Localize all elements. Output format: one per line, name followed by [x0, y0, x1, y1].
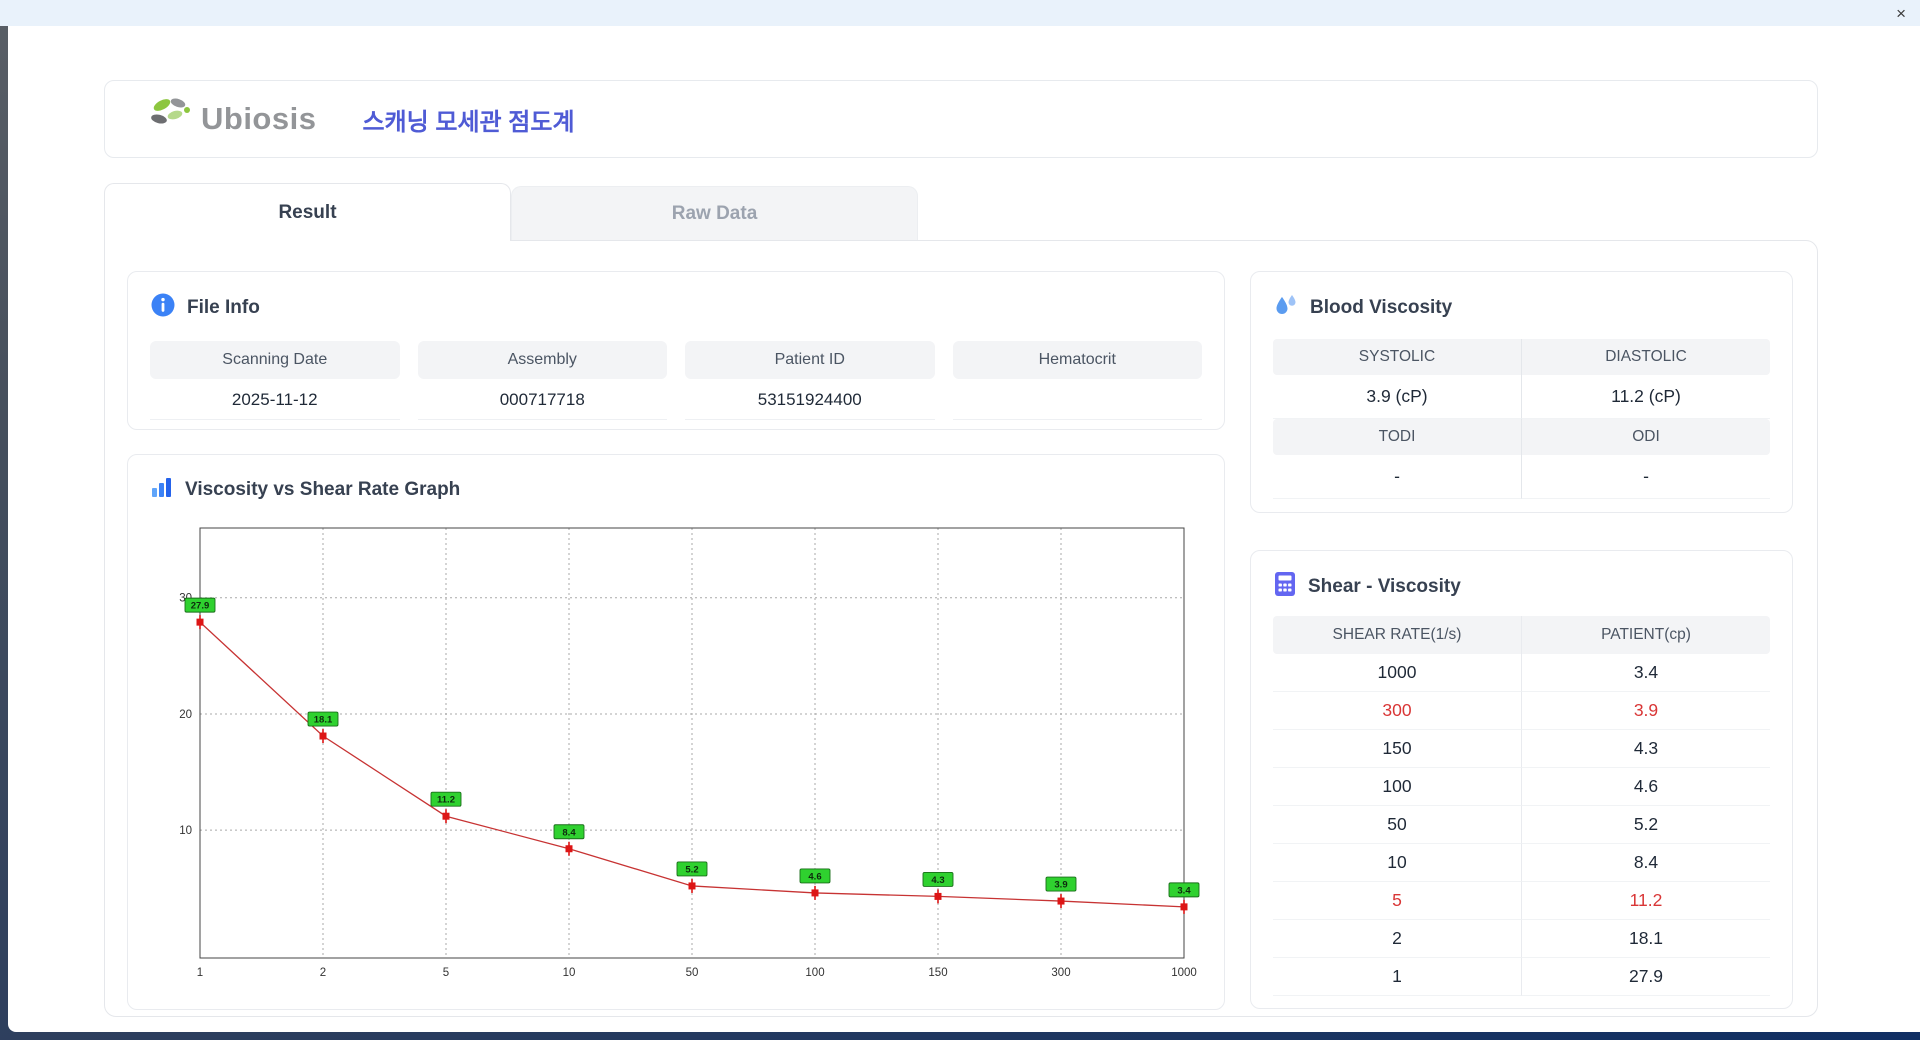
shear-rate-cell: 1000: [1273, 654, 1522, 692]
shear-rate-cell: 10: [1273, 844, 1522, 882]
file-info-title: File Info: [187, 296, 260, 318]
patient-cell: 18.1: [1522, 920, 1770, 958]
svg-text:11.2: 11.2: [437, 795, 455, 806]
svg-text:300: 300: [1051, 967, 1070, 979]
table-row: 2 18.1: [1273, 920, 1770, 958]
svg-text:3.9: 3.9: [1054, 880, 1067, 891]
patient-cell: 4.3: [1522, 730, 1770, 768]
field-value: 53151924400: [685, 379, 935, 420]
svg-text:1000: 1000: [1171, 967, 1197, 979]
odi-value: -: [1522, 455, 1770, 499]
brand-name: Ubiosis: [201, 101, 317, 136]
table-row: 1000 3.4: [1273, 654, 1770, 692]
window-titlebar: ×: [0, 0, 1920, 26]
field-value: [952, 379, 1202, 420]
file-info-panel: File Info Scanning Date 2025-11-12 Assem…: [127, 271, 1225, 430]
shear-rate-cell: 5: [1273, 882, 1522, 920]
svg-text:5.2: 5.2: [685, 864, 698, 875]
systolic-value: 3.9 (cP): [1273, 375, 1522, 419]
close-icon[interactable]: ×: [1896, 5, 1906, 22]
svg-text:27.9: 27.9: [191, 601, 210, 612]
shear-rate-cell: 1: [1273, 958, 1522, 996]
shear-rate-cell: 2: [1273, 920, 1522, 958]
blood-viscosity-title: Blood Viscosity: [1310, 296, 1453, 318]
graph-panel: Viscosity vs Shear Rate Graph 1020301251…: [127, 454, 1225, 1010]
field-patient-id: Patient ID 53151924400: [685, 341, 935, 420]
patient-cell: 3.9: [1522, 692, 1770, 730]
systolic-header: SYSTOLIC: [1273, 339, 1522, 375]
graph-title: Viscosity vs Shear Rate Graph: [185, 478, 461, 500]
shear-rate-cell: 50: [1273, 806, 1522, 844]
shear-rate-cell: 100: [1273, 768, 1522, 806]
diastolic-header: DIASTOLIC: [1605, 348, 1687, 365]
ubiosis-logo-icon: [149, 96, 195, 143]
field-hematocrit: Hematocrit: [952, 341, 1202, 420]
blood-viscosity-panel: Blood Viscosity SYSTOLIC DIASTOLIC 3.9 (…: [1250, 271, 1793, 513]
patient-column-header: PATIENT(cp): [1601, 626, 1691, 643]
svg-text:50: 50: [686, 967, 699, 979]
field-scanning-date: Scanning Date 2025-11-12: [150, 341, 400, 420]
shear-viscosity-panel: Shear - Viscosity SHEAR RATE(1/s) PATIEN…: [1250, 550, 1793, 1009]
todi-header: TODI: [1273, 419, 1522, 455]
svg-text:10: 10: [179, 825, 192, 837]
patient-cell: 8.4: [1522, 844, 1770, 882]
brand: Ubiosis: [149, 96, 316, 143]
table-row: 5 11.2: [1273, 882, 1770, 920]
field-assembly: Assembly 000717718: [417, 341, 667, 420]
shear-rate-cell: 150: [1273, 730, 1522, 768]
svg-text:4.6: 4.6: [808, 871, 821, 882]
field-label: Scanning Date: [150, 341, 400, 379]
table-row: 10 8.4: [1273, 844, 1770, 882]
tab-raw-data[interactable]: Raw Data: [511, 186, 918, 240]
table-row: 100 4.6: [1273, 768, 1770, 806]
svg-text:10: 10: [563, 967, 576, 979]
field-label: Assembly: [417, 341, 667, 379]
patient-cell: 3.4: [1522, 654, 1770, 692]
table-row: 1 27.9: [1273, 958, 1770, 996]
viscosity-chart: 1020301251050100150300100027.918.111.28.…: [179, 527, 1200, 979]
app-window: Ubiosis 스캐닝 모세관 점도계 Result Raw Data File…: [8, 26, 1920, 1032]
svg-text:150: 150: [928, 967, 947, 979]
blood-viscosity-table: SYSTOLIC DIASTOLIC 3.9 (cP) 11.2 (cP) TO…: [1273, 339, 1770, 499]
patient-cell: 4.6: [1522, 768, 1770, 806]
field-value: 000717718: [417, 379, 667, 420]
table-row: 150 4.3: [1273, 730, 1770, 768]
svg-text:5: 5: [443, 967, 449, 979]
shear-rate-cell: 300: [1273, 692, 1522, 730]
svg-text:8.4: 8.4: [562, 827, 576, 838]
info-icon: [150, 292, 176, 323]
svg-text:3.4: 3.4: [1177, 885, 1191, 896]
svg-text:2: 2: [320, 967, 326, 979]
field-label: Hematocrit: [952, 341, 1202, 379]
shear-viscosity-title: Shear - Viscosity: [1308, 575, 1461, 597]
svg-text:100: 100: [805, 967, 824, 979]
patient-cell: 27.9: [1522, 958, 1770, 996]
page-title: 스캐닝 모세관 점도계: [362, 108, 575, 136]
todi-value: -: [1273, 455, 1522, 499]
field-label: Patient ID: [685, 341, 935, 379]
shear-viscosity-table: SHEAR RATE(1/s) PATIENT(cp) 1000 3.4 300…: [1273, 616, 1770, 996]
patient-cell: 11.2: [1522, 882, 1770, 920]
brand-card: Ubiosis 스캐닝 모세관 점도계: [104, 80, 1818, 158]
water-drop-icon: [1273, 292, 1299, 323]
odi-header: ODI: [1632, 428, 1660, 445]
diastolic-value: 11.2 (cP): [1522, 375, 1770, 419]
patient-cell: 5.2: [1522, 806, 1770, 844]
tab-result[interactable]: Result: [104, 183, 511, 241]
svg-text:20: 20: [179, 709, 192, 721]
tab-bar: Result Raw Data: [104, 183, 1818, 241]
calculator-icon: [1273, 571, 1297, 602]
field-value: 2025-11-12: [150, 379, 400, 420]
table-row: 50 5.2: [1273, 806, 1770, 844]
svg-text:18.1: 18.1: [314, 715, 333, 726]
svg-text:1: 1: [197, 967, 203, 979]
table-row: 300 3.9: [1273, 692, 1770, 730]
bar-chart-icon: [150, 475, 174, 504]
shear-rate-column-header: SHEAR RATE(1/s): [1273, 616, 1522, 654]
svg-text:4.3: 4.3: [931, 875, 944, 886]
main-card: File Info Scanning Date 2025-11-12 Assem…: [104, 240, 1818, 1017]
